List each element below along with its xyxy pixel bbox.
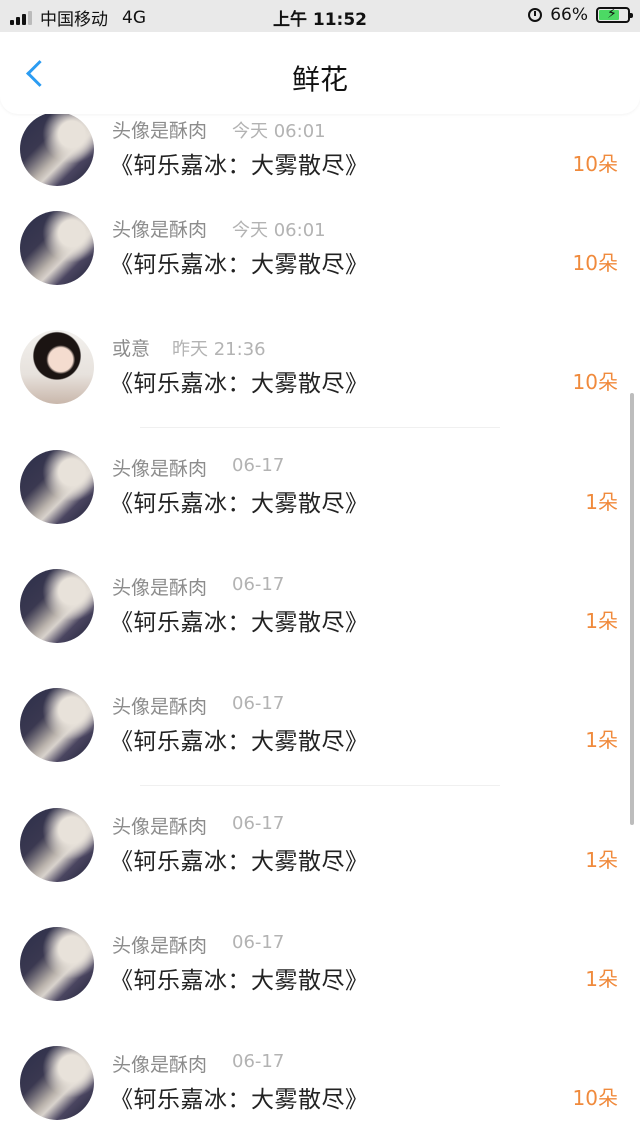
timestamp: 昨天 21:36 [172,339,266,360]
avatar[interactable] [20,688,94,762]
flower-count: 1朵 [585,609,618,633]
avatar[interactable] [20,927,94,1001]
list-item[interactable]: 头像是酥肉 06-17 《轲乐嘉冰：大雾散尽》 1朵 [0,547,640,667]
book-title: 《轲乐嘉冰：大雾散尽》 [110,252,369,278]
user-name: 或意 [112,338,151,360]
book-title: 《轲乐嘉冰：大雾散尽》 [110,729,369,755]
avatar[interactable] [20,450,94,524]
battery-icon: ⚡ [596,6,633,23]
list-item[interactable]: 头像是酥肉 06-17 《轲乐嘉冰：大雾散尽》 1朵 [0,428,640,548]
list-item[interactable]: 或意 昨天 21:36 《轲乐嘉冰：大雾散尽》 10朵 [0,308,640,428]
list-item[interactable]: 头像是酥肉 06-17 《轲乐嘉冰：大雾散尽》 1朵 [0,905,640,1025]
alarm-icon [528,8,543,22]
status-bar: 中国移动 4G 上午 11:52 66% ⚡ [0,0,640,32]
book-title: 《轲乐嘉冰：大雾散尽》 [110,1087,369,1113]
avatar[interactable] [20,808,94,882]
user-name: 头像是酥肉 [112,816,208,838]
timestamp: 06-17 [232,693,285,714]
timestamp: 06-17 [232,455,285,476]
flower-list[interactable]: 头像是酥肉 今天 06:01 《轲乐嘉冰：大雾散尽》 10朵 头像是酥肉 今天 … [0,0,640,1138]
avatar[interactable] [20,211,94,285]
book-title: 《轲乐嘉冰：大雾散尽》 [110,491,369,517]
flower-count: 10朵 [572,1086,618,1110]
avatar[interactable] [20,112,94,186]
book-title: 《轲乐嘉冰：大雾散尽》 [110,968,369,994]
user-name: 头像是酥肉 [112,935,208,957]
scrollbar[interactable] [630,393,634,825]
list-item[interactable]: 头像是酥肉 06-17 《轲乐嘉冰：大雾散尽》 10朵 [0,1024,640,1138]
user-name: 头像是酥肉 [112,577,208,599]
user-name: 头像是酥肉 [112,219,208,241]
avatar[interactable] [20,330,94,404]
list-item[interactable]: 头像是酥肉 06-17 《轲乐嘉冰：大雾散尽》 1朵 [0,786,640,906]
book-title: 《轲乐嘉冰：大雾散尽》 [110,610,369,636]
user-name: 头像是酥肉 [112,1054,208,1076]
list-item[interactable]: 头像是酥肉 今天 06:01 《轲乐嘉冰：大雾散尽》 10朵 [0,189,640,309]
flower-count: 10朵 [572,370,618,394]
list-item[interactable]: 头像是酥肉 06-17 《轲乐嘉冰：大雾散尽》 1朵 [0,666,640,786]
page-title: 鲜花 [291,63,348,96]
avatar[interactable] [20,569,94,643]
book-title: 《轲乐嘉冰：大雾散尽》 [110,849,369,875]
book-title: 《轲乐嘉冰：大雾散尽》 [110,371,369,397]
flower-count: 1朵 [585,848,618,872]
timestamp: 今天 06:01 [232,220,326,241]
timestamp: 06-17 [232,1051,285,1072]
user-name: 头像是酥肉 [112,696,208,718]
flower-count: 10朵 [572,152,618,176]
flower-count: 1朵 [585,490,618,514]
flower-count: 1朵 [585,728,618,752]
avatar[interactable] [20,1046,94,1120]
timestamp: 06-17 [232,574,285,595]
timestamp: 06-17 [232,932,285,953]
battery-percent: 66% [550,5,588,25]
flower-count: 10朵 [572,251,618,275]
user-name: 头像是酥肉 [112,120,208,142]
book-title: 《轲乐嘉冰：大雾散尽》 [110,153,369,179]
user-name: 头像是酥肉 [112,458,208,480]
timestamp: 今天 06:01 [232,121,326,142]
flower-count: 1朵 [585,967,618,991]
nav-bar: 鲜花 [0,32,640,114]
timestamp: 06-17 [232,813,285,834]
